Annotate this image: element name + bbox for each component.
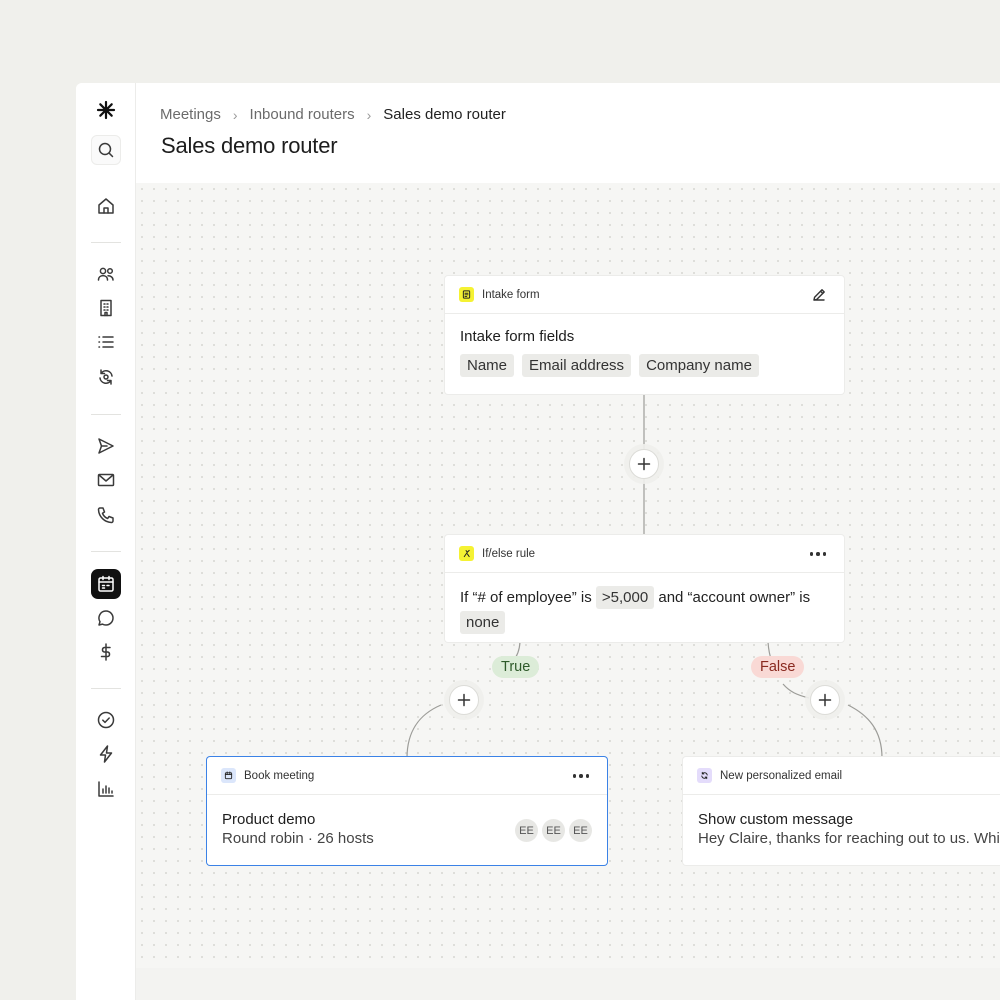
bar-chart-icon[interactable] xyxy=(91,774,121,804)
rule-value-2[interactable]: none xyxy=(460,611,506,634)
branch-icon xyxy=(459,546,474,561)
avatar[interactable]: EE xyxy=(569,819,592,842)
rule-text-1: If “# of employee” is xyxy=(460,589,592,606)
book-meeting-type-label: Book meeting xyxy=(244,769,315,782)
breadcrumb-item-inbound-routers[interactable]: Inbound routers xyxy=(250,106,355,123)
search-icon[interactable] xyxy=(91,135,121,165)
rule-card-header: If/else rule xyxy=(445,535,844,573)
intake-form-type-label: Intake form xyxy=(482,288,540,301)
chat-icon[interactable] xyxy=(91,603,121,633)
phone-icon[interactable] xyxy=(91,500,121,530)
intake-form-card[interactable]: Intake form Intake form fields Name Emai… xyxy=(445,276,844,394)
breadcrumb: Meetings › Inbound routers › Sales demo … xyxy=(160,106,506,123)
sidebar-divider xyxy=(91,242,121,243)
sidebar-divider xyxy=(91,414,121,415)
calendar-small-icon xyxy=(221,768,236,783)
people-icon[interactable] xyxy=(91,259,121,289)
intake-form-title: Intake form fields xyxy=(460,328,575,345)
form-icon xyxy=(459,287,474,302)
building-icon[interactable] xyxy=(91,293,121,323)
avatar[interactable]: EE xyxy=(542,819,565,842)
if-else-rule-card[interactable]: If/else rule If “# of employee” is >5,00… xyxy=(445,535,844,642)
plus-icon xyxy=(818,693,832,707)
personalized-email-card[interactable]: New personalized email Show custom messa… xyxy=(683,757,1000,865)
book-meeting-card-header: Book meeting xyxy=(207,757,607,795)
plus-icon xyxy=(637,457,651,471)
pencil-icon[interactable] xyxy=(810,286,828,304)
add-step-true-button[interactable] xyxy=(449,685,479,715)
rule-type-label: If/else rule xyxy=(482,547,536,560)
book-meeting-card[interactable]: Book meeting Product demo Round robin · … xyxy=(207,757,607,865)
mail-icon[interactable] xyxy=(91,465,121,495)
canvas-footer xyxy=(136,968,1000,1000)
dollar-icon[interactable] xyxy=(91,637,121,667)
page-header: Meetings › Inbound routers › Sales demo … xyxy=(136,83,1000,183)
intake-form-card-header: Intake form xyxy=(445,276,844,314)
breadcrumb-current: Sales demo router xyxy=(383,106,506,123)
avatar[interactable]: EE xyxy=(515,819,538,842)
branch-label-true: True xyxy=(492,656,540,678)
breadcrumb-separator: › xyxy=(232,106,238,123)
host-avatars: EE EE EE xyxy=(515,819,592,842)
home-icon[interactable] xyxy=(91,191,121,221)
list-icon[interactable] xyxy=(91,327,121,357)
field-tag-email[interactable]: Email address xyxy=(522,354,632,377)
email-card-header: New personalized email xyxy=(683,757,1000,795)
email-body-preview: Hey Claire, thanks for reaching out to u… xyxy=(698,830,1000,847)
calendar-icon[interactable] xyxy=(91,569,121,599)
more-icon[interactable] xyxy=(808,545,828,563)
breadcrumb-item-meetings[interactable]: Meetings xyxy=(160,106,221,123)
email-title: Show custom message xyxy=(698,811,854,828)
breadcrumb-separator: › xyxy=(366,106,372,123)
branch-label-false: False xyxy=(751,656,805,678)
sidebar-divider xyxy=(91,551,121,552)
plus-icon xyxy=(457,693,471,707)
sidebar xyxy=(76,83,136,1000)
send-icon[interactable] xyxy=(91,431,121,461)
check-circle-icon[interactable] xyxy=(91,705,121,735)
refresh-mail-icon xyxy=(697,768,712,783)
lightning-icon[interactable] xyxy=(91,739,121,769)
sidebar-divider xyxy=(91,688,121,689)
rule-text-2: and “account owner” is xyxy=(658,589,811,606)
logo-asterisk-icon[interactable] xyxy=(91,95,121,125)
email-type-label: New personalized email xyxy=(720,769,843,782)
intake-form-fields: Name Email address Company name xyxy=(460,354,829,377)
sync-icon[interactable] xyxy=(91,362,121,392)
more-icon[interactable] xyxy=(571,767,591,785)
add-step-false-button[interactable] xyxy=(810,685,840,715)
rule-condition: If “# of employee” is >5,000 and “accoun… xyxy=(445,573,844,634)
page-title: Sales demo router xyxy=(161,133,338,158)
field-tag-company[interactable]: Company name xyxy=(639,354,759,377)
field-tag-name[interactable]: Name xyxy=(460,354,515,377)
add-step-button[interactable] xyxy=(629,449,659,479)
rule-value-1[interactable]: >5,000 xyxy=(595,586,655,609)
